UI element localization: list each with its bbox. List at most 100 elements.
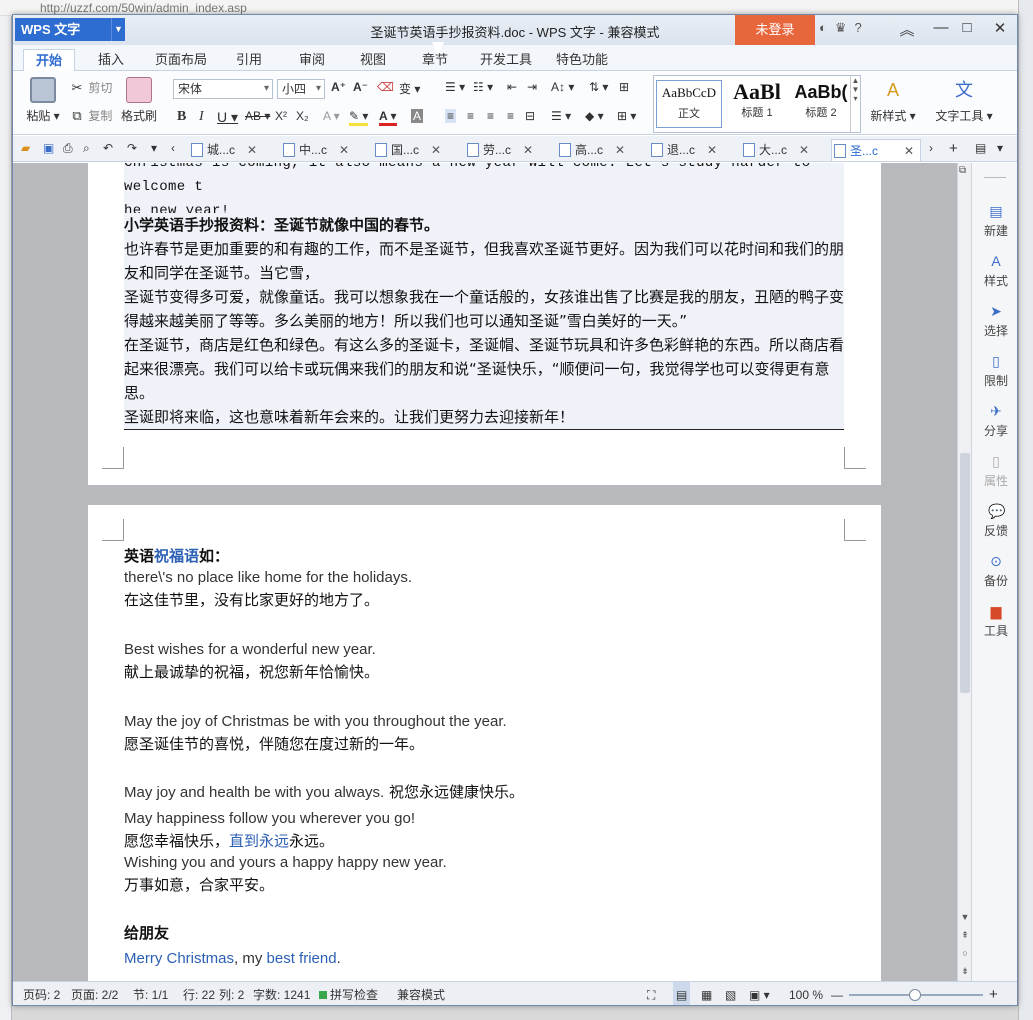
tab-menu-icon[interactable]: ▾ [997,141,1003,155]
distribute-icon[interactable]: ⊟ [525,109,535,123]
print-preview-icon[interactable]: ⌕ [83,141,90,156]
zoom-out-icon[interactable]: — [831,982,843,1005]
cut-button[interactable]: ✂ 剪切 [69,79,113,96]
style-heading1[interactable]: AaBl 标题 1 [724,80,790,120]
close-tab-icon[interactable]: ✕ [615,139,625,161]
close-tab-icon[interactable]: ✕ [523,139,533,161]
border-icon[interactable]: ⊞ ▾ [617,109,636,123]
merry-christmas-link[interactable]: Merry Christmas [124,950,234,967]
save-icon[interactable]: ▣ [43,141,54,155]
phonetic-guide-icon[interactable]: 变 ▾ [399,80,420,97]
open-icon[interactable]: ▰ [21,141,30,155]
undo-icon[interactable]: ↶ [103,141,113,155]
login-button[interactable]: 未登录 [735,15,815,45]
doc-tab[interactable]: 退...c ✕ [649,139,717,161]
panel-feedback-button[interactable]: 💬 反馈 [972,503,1017,539]
font-size-select[interactable]: 小四 [277,79,325,99]
close-button[interactable]: ✕ [988,19,1012,37]
close-tab-icon[interactable]: ✕ [431,139,441,161]
shrink-font-icon[interactable]: A⁻ [353,80,368,94]
tab-developer[interactable]: 开发工具 [468,49,544,71]
best-friend-link[interactable]: best friend [267,950,337,967]
numbering-icon[interactable]: ☷ ▾ [473,80,493,94]
style-gallery-scroll[interactable]: ▲ ▼ ▾ [850,76,860,132]
decrease-indent-icon[interactable]: ⇤ [507,80,517,94]
reading-view-icon[interactable]: ▣ ▾ [749,982,770,1005]
tab-page-layout[interactable]: 页面布局 [143,49,219,71]
doc-tab[interactable]: 大...c ✕ [741,139,809,161]
doc-tab[interactable]: 城...c ✕ [189,139,257,161]
line-spacing-icon[interactable]: ☰ ▾ [551,109,571,123]
align-center-icon[interactable]: ≡ [467,109,474,123]
grow-font-icon[interactable]: A⁺ [331,80,346,94]
blessing-link[interactable]: 祝福语 [154,547,199,565]
minimize-button[interactable]: — [929,19,953,36]
font-color-icon[interactable]: A ▾ [379,109,397,126]
shading-icon[interactable]: ◆ ▾ [585,109,604,123]
doc-tab[interactable]: 中...c ✕ [281,139,349,161]
zoom-level[interactable]: 100 % [789,982,823,1005]
close-tab-icon[interactable]: ✕ [799,139,809,161]
doc-tab-active[interactable]: 圣...c ✕ [831,139,921,161]
collapse-ribbon-icon[interactable]: ︽ [895,19,919,40]
underline-button[interactable]: U ▾ [217,109,238,126]
sort-icon[interactable]: ⇅ ▾ [589,80,608,94]
justify-icon[interactable]: ≡ [507,109,514,123]
new-style-button[interactable]: A 新样式 ▾ [867,77,919,124]
style-normal[interactable]: AaBbCcD 正文 [656,80,722,128]
panel-share-button[interactable]: ✈ 分享 [972,403,1017,439]
close-tab-icon[interactable]: ✕ [904,140,914,162]
tab-view[interactable]: 视图 [348,49,398,71]
close-tab-icon[interactable]: ✕ [707,139,717,161]
increase-indent-icon[interactable]: ⇥ [527,80,537,94]
panel-style-button[interactable]: A 样式 [972,253,1017,289]
format-painter-button[interactable]: 格式刷 [119,77,159,124]
tab-references[interactable]: 引用 [224,49,274,71]
bullets-icon[interactable]: ☰ ▾ [445,80,465,94]
paste-button[interactable]: 粘贴 ▾ [21,77,65,124]
vertical-scrollbar[interactable]: ⧉ ▼ ⇞ ○ ⇟ [957,163,971,981]
doc-tab[interactable]: 高...c ✕ [557,139,625,161]
highlight-icon[interactable]: ✎ ▾ [349,109,369,126]
shirt-icon[interactable]: ♛ [835,20,855,35]
panel-properties-button[interactable]: ▯ 属性 [972,453,1017,489]
zoom-slider-handle[interactable] [909,989,921,1001]
new-tab-icon[interactable]: + [949,140,958,157]
panel-restrict-button[interactable]: ▯ 限制 [972,353,1017,389]
tab-special[interactable]: 特色功能 [544,49,620,71]
italic-button[interactable]: I [199,109,204,125]
align-left-icon[interactable]: ≡ [445,109,457,123]
document-area[interactable]: Christmas is coming, it also means a new… [13,163,957,981]
print-icon[interactable]: ⎙ [63,141,73,156]
doc-tab[interactable]: 劳...c ✕ [465,139,533,161]
forever-link[interactable]: 直到永远 [229,832,289,850]
tab-home[interactable]: 开始 [23,49,76,71]
copy-button[interactable]: ⧉ 复制 [69,107,112,124]
tabs-right-arrow-icon[interactable]: › [929,141,933,155]
fullscreen-view-icon[interactable]: ⛶ [647,982,655,1005]
panel-tools-button[interactable]: ▆ 工具 [972,603,1017,639]
subscript-button[interactable]: X₂ [296,109,309,123]
table-borders-icon[interactable]: ⊞ [619,80,629,94]
tab-insert[interactable]: 插入 [86,49,136,71]
close-tab-icon[interactable]: ✕ [247,139,257,161]
text-tools-button[interactable]: 文文字工具 ▾ [933,77,995,124]
maximize-button[interactable]: □ [955,19,979,36]
strikethrough-button[interactable]: AB ▾ [245,109,270,123]
panel-new-button[interactable]: ▤ 新建 [972,203,1017,239]
doc-tab[interactable]: 国...c ✕ [373,139,441,161]
align-right-icon[interactable]: ≡ [487,109,494,123]
char-shading-icon[interactable]: A [411,109,424,123]
clear-format-icon[interactable]: ⌫ [377,80,394,94]
font-name-select[interactable]: 宋体 [173,79,273,99]
quick-access-dropdown-icon[interactable]: ▾ [151,141,157,155]
panel-select-button[interactable]: ➤ 选择 [972,303,1017,339]
superscript-button[interactable]: X² [275,109,287,123]
tabs-left-arrow-icon[interactable]: ‹ [171,141,175,155]
ruler-toggle-icon[interactable]: ⧉ [959,165,966,176]
close-tab-icon[interactable]: ✕ [339,139,349,161]
status-words[interactable]: 字数: 1241 [253,982,310,1005]
scrollbar-thumb[interactable] [960,453,970,693]
spell-check-toggle[interactable]: 拼写检查 [319,982,378,1005]
tab-list-icon[interactable]: ▤ [975,141,986,155]
